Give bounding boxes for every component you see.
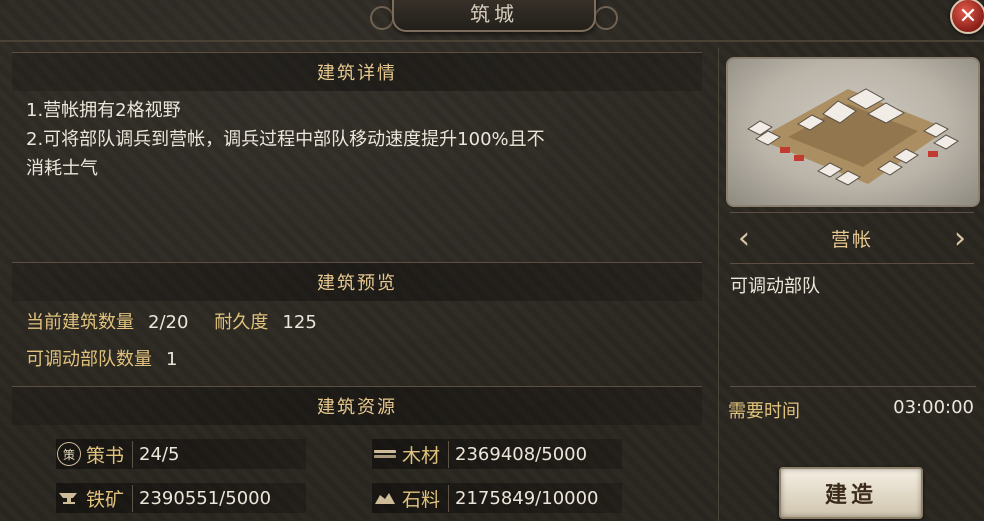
time-value: 03:00:00	[893, 397, 974, 418]
chevron-right-icon: ›	[953, 220, 966, 256]
stats-row-1: 当前建筑数量 2/20 耐久度 125	[26, 308, 343, 334]
building-description: 可调动部队	[730, 276, 820, 297]
resource-iron: 铁矿 2390551/5000	[56, 483, 306, 513]
resource-value: 24/5	[139, 443, 180, 465]
book-seal-glyph: 策	[57, 442, 81, 466]
close-button[interactable]: ✕	[950, 0, 984, 34]
preview-header: 建筑预览	[12, 262, 702, 301]
top-divider	[0, 40, 984, 42]
resource-wood: 木材 2369408/5000	[372, 439, 622, 469]
resources-header-label: 建筑资源	[317, 397, 397, 418]
resource-value: 2175849/10000	[455, 487, 599, 509]
preview-header-label: 建筑预览	[317, 273, 397, 294]
resource-stone: 石料 2175849/10000	[372, 483, 622, 513]
next-building-button[interactable]: ›	[946, 218, 974, 258]
troops-value: 1	[166, 349, 178, 370]
book-seal-icon: 策	[56, 441, 82, 467]
resource-value: 2369408/5000	[455, 443, 588, 465]
details-line-1: 1.营帐拥有2格视野	[26, 100, 181, 121]
stats-row-2: 可调动部队数量 1	[26, 345, 203, 371]
build-time-row: 需要时间 03:00:00	[728, 397, 974, 423]
troops-label: 可调动部队数量	[26, 349, 152, 370]
building-name: 营帐	[830, 228, 873, 251]
page-title: 筑城	[470, 1, 518, 26]
iron-anvil-icon	[56, 485, 82, 511]
building-preview-image	[726, 57, 980, 207]
resources-header: 建筑资源	[12, 386, 702, 425]
prev-building-button[interactable]: ‹	[730, 218, 758, 258]
details-description: 1.营帐拥有2格视野 2.可将部队调兵到营帐，调兵过程中部队移动速度提升100%…	[26, 96, 706, 183]
title-ornament-left	[370, 6, 394, 30]
right-divider	[730, 386, 976, 387]
resource-label: 策书	[86, 440, 134, 468]
details-header: 建筑详情	[12, 52, 702, 91]
resource-value: 2390551/5000	[139, 487, 272, 509]
stone-icon	[372, 485, 398, 511]
resource-label: 铁矿	[86, 484, 134, 512]
wood-icon	[372, 441, 398, 467]
count-label: 当前建筑数量	[26, 312, 134, 333]
resource-strategy-book: 策 策书 24/5	[56, 439, 306, 469]
building-selector: ‹ 营帐 ›	[730, 212, 974, 264]
title-ornament-right	[594, 6, 618, 30]
resource-label: 木材	[402, 440, 450, 468]
count-value: 2/20	[148, 312, 189, 333]
details-line-2: 2.可将部队调兵到营帐，调兵过程中部队移动速度提升100%且不 消耗士气	[26, 129, 545, 179]
title-plate: 筑城	[392, 0, 596, 32]
resource-label: 石料	[402, 484, 450, 512]
time-label: 需要时间	[728, 401, 800, 422]
chevron-left-icon: ‹	[738, 220, 750, 256]
close-icon: ✕	[958, 3, 978, 29]
build-button[interactable]: 建造	[779, 467, 923, 519]
durability-label: 耐久度	[214, 312, 269, 333]
details-header-label: 建筑详情	[317, 63, 397, 84]
durability-value: 125	[282, 312, 317, 333]
